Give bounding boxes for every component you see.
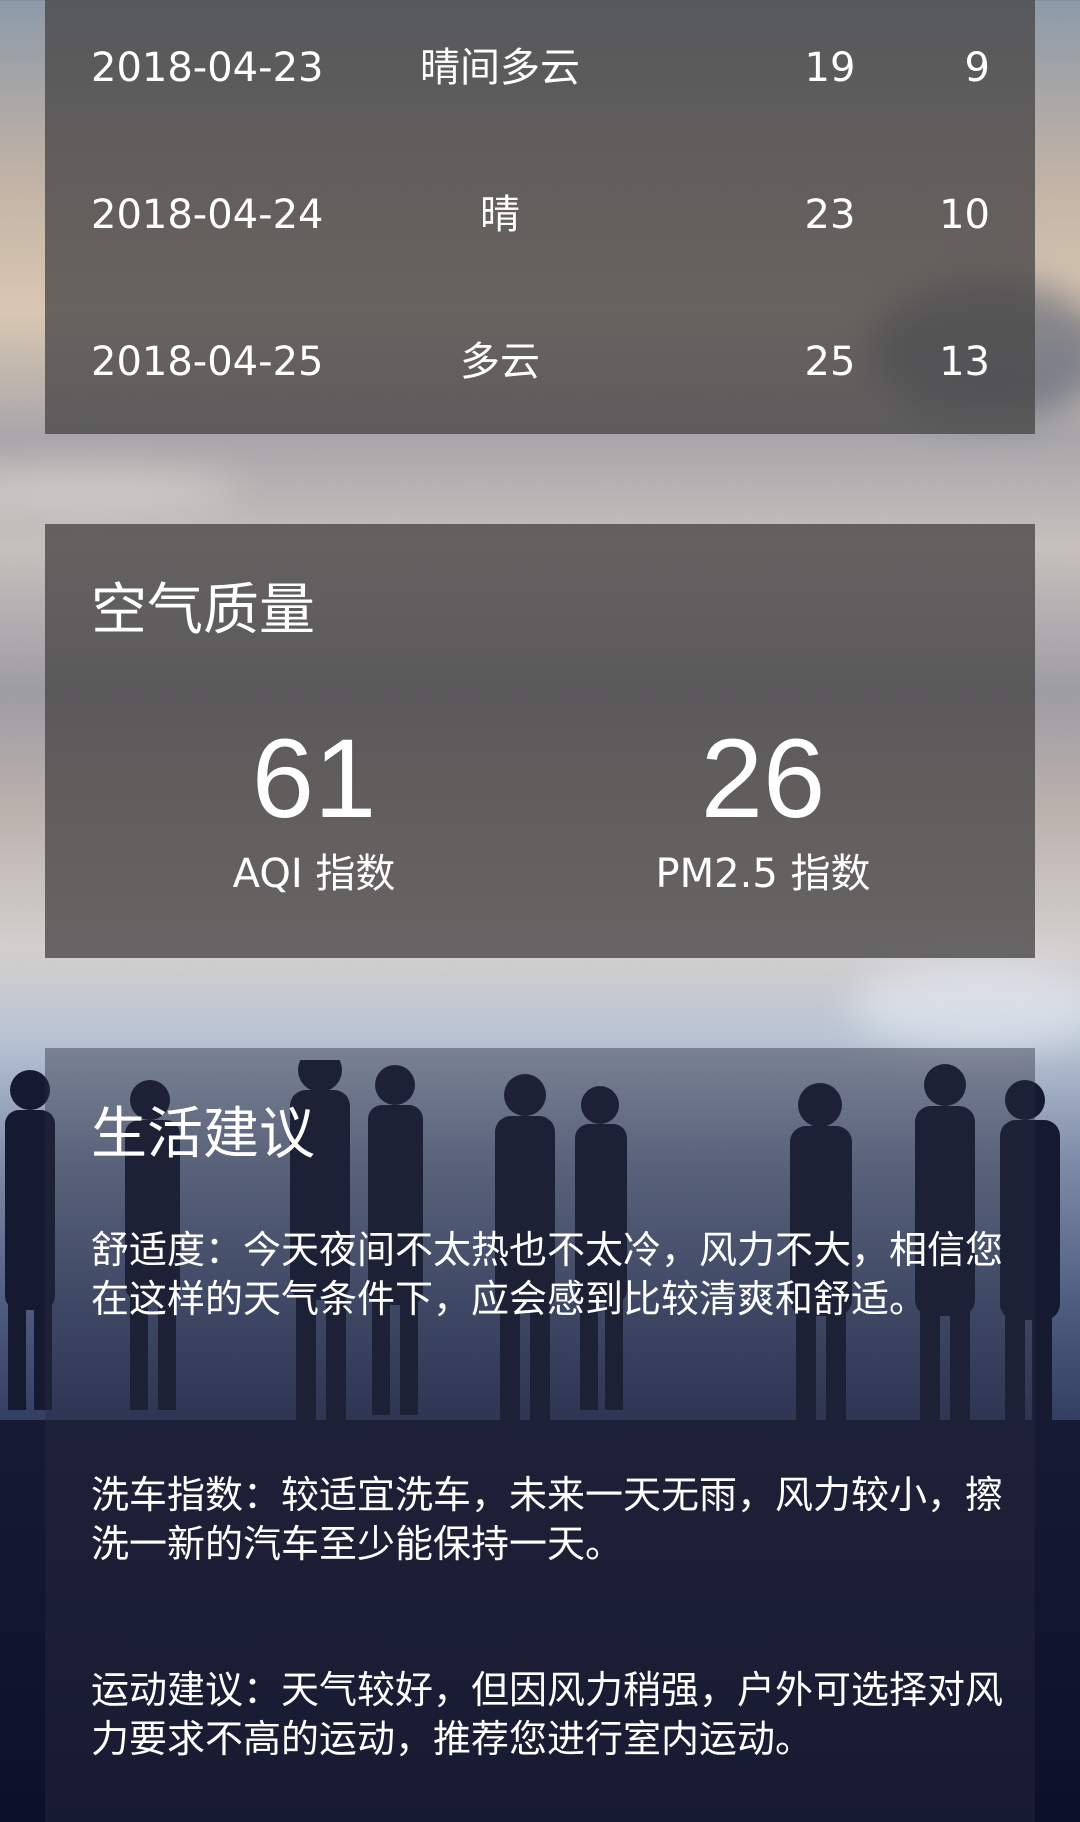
- air-quality-title: 空气质量: [91, 578, 315, 643]
- suggestion-title: 生活建议: [91, 1102, 315, 1167]
- forecast-condition: 晴间多云: [420, 45, 580, 91]
- forecast-row: 2018-04-24 晴 23 10: [45, 185, 1035, 245]
- forecast-row: 2018-04-25 多云 25 13: [45, 332, 1035, 392]
- pm25-label: PM2.5 指数: [655, 851, 871, 897]
- forecast-row: 2018-04-23 晴间多云 19 9: [45, 38, 1035, 98]
- forecast-date: 2018-04-25: [91, 339, 324, 385]
- forecast-max-temp: 19: [804, 45, 856, 91]
- forecast-min-temp: 10: [939, 192, 990, 238]
- life-suggestion-card: 生活建议 舒适度：今天夜间不太热也不太冷，风力不大，相信您在这样的天气条件下，应…: [45, 1048, 1035, 1822]
- background-cloud: [0, 470, 240, 510]
- forecast-min-temp: 9: [964, 45, 990, 91]
- pm25-value: 26: [700, 716, 826, 841]
- forecast-min-temp: 13: [939, 339, 990, 385]
- sport-suggestion: 运动建议：天气较好，但因风力稍强，户外可选择对风力要求不高的运动，推荐您进行室内…: [91, 1668, 1004, 1761]
- forecast-max-temp: 23: [804, 192, 856, 238]
- forecast-max-temp: 25: [804, 339, 856, 385]
- air-quality-card: 空气质量 61 AQI 指数 26 PM2.5 指数: [45, 524, 1035, 958]
- aqi-block: 61 AQI 指数: [164, 719, 464, 899]
- forecast-card: 2018-04-23 晴间多云 19 9 2018-04-24 晴 23 10 …: [45, 0, 1035, 434]
- car-wash-suggestion: 洗车指数：较适宜洗车，未来一天无雨，风力较小，擦洗一新的汽车至少能保持一天。: [91, 1473, 1004, 1566]
- forecast-condition: 晴: [480, 192, 520, 238]
- forecast-date: 2018-04-24: [91, 192, 324, 238]
- aqi-label: AQI 指数: [232, 851, 396, 897]
- pm25-block: 26 PM2.5 指数: [613, 719, 913, 899]
- background-cloud: [850, 960, 1080, 1050]
- forecast-date: 2018-04-23: [91, 45, 324, 91]
- forecast-condition: 多云: [460, 339, 540, 385]
- aqi-value: 61: [251, 716, 377, 841]
- comfort-suggestion: 舒适度：今天夜间不太热也不太冷，风力不大，相信您在这样的天气条件下，应会感到比较…: [91, 1228, 1004, 1321]
